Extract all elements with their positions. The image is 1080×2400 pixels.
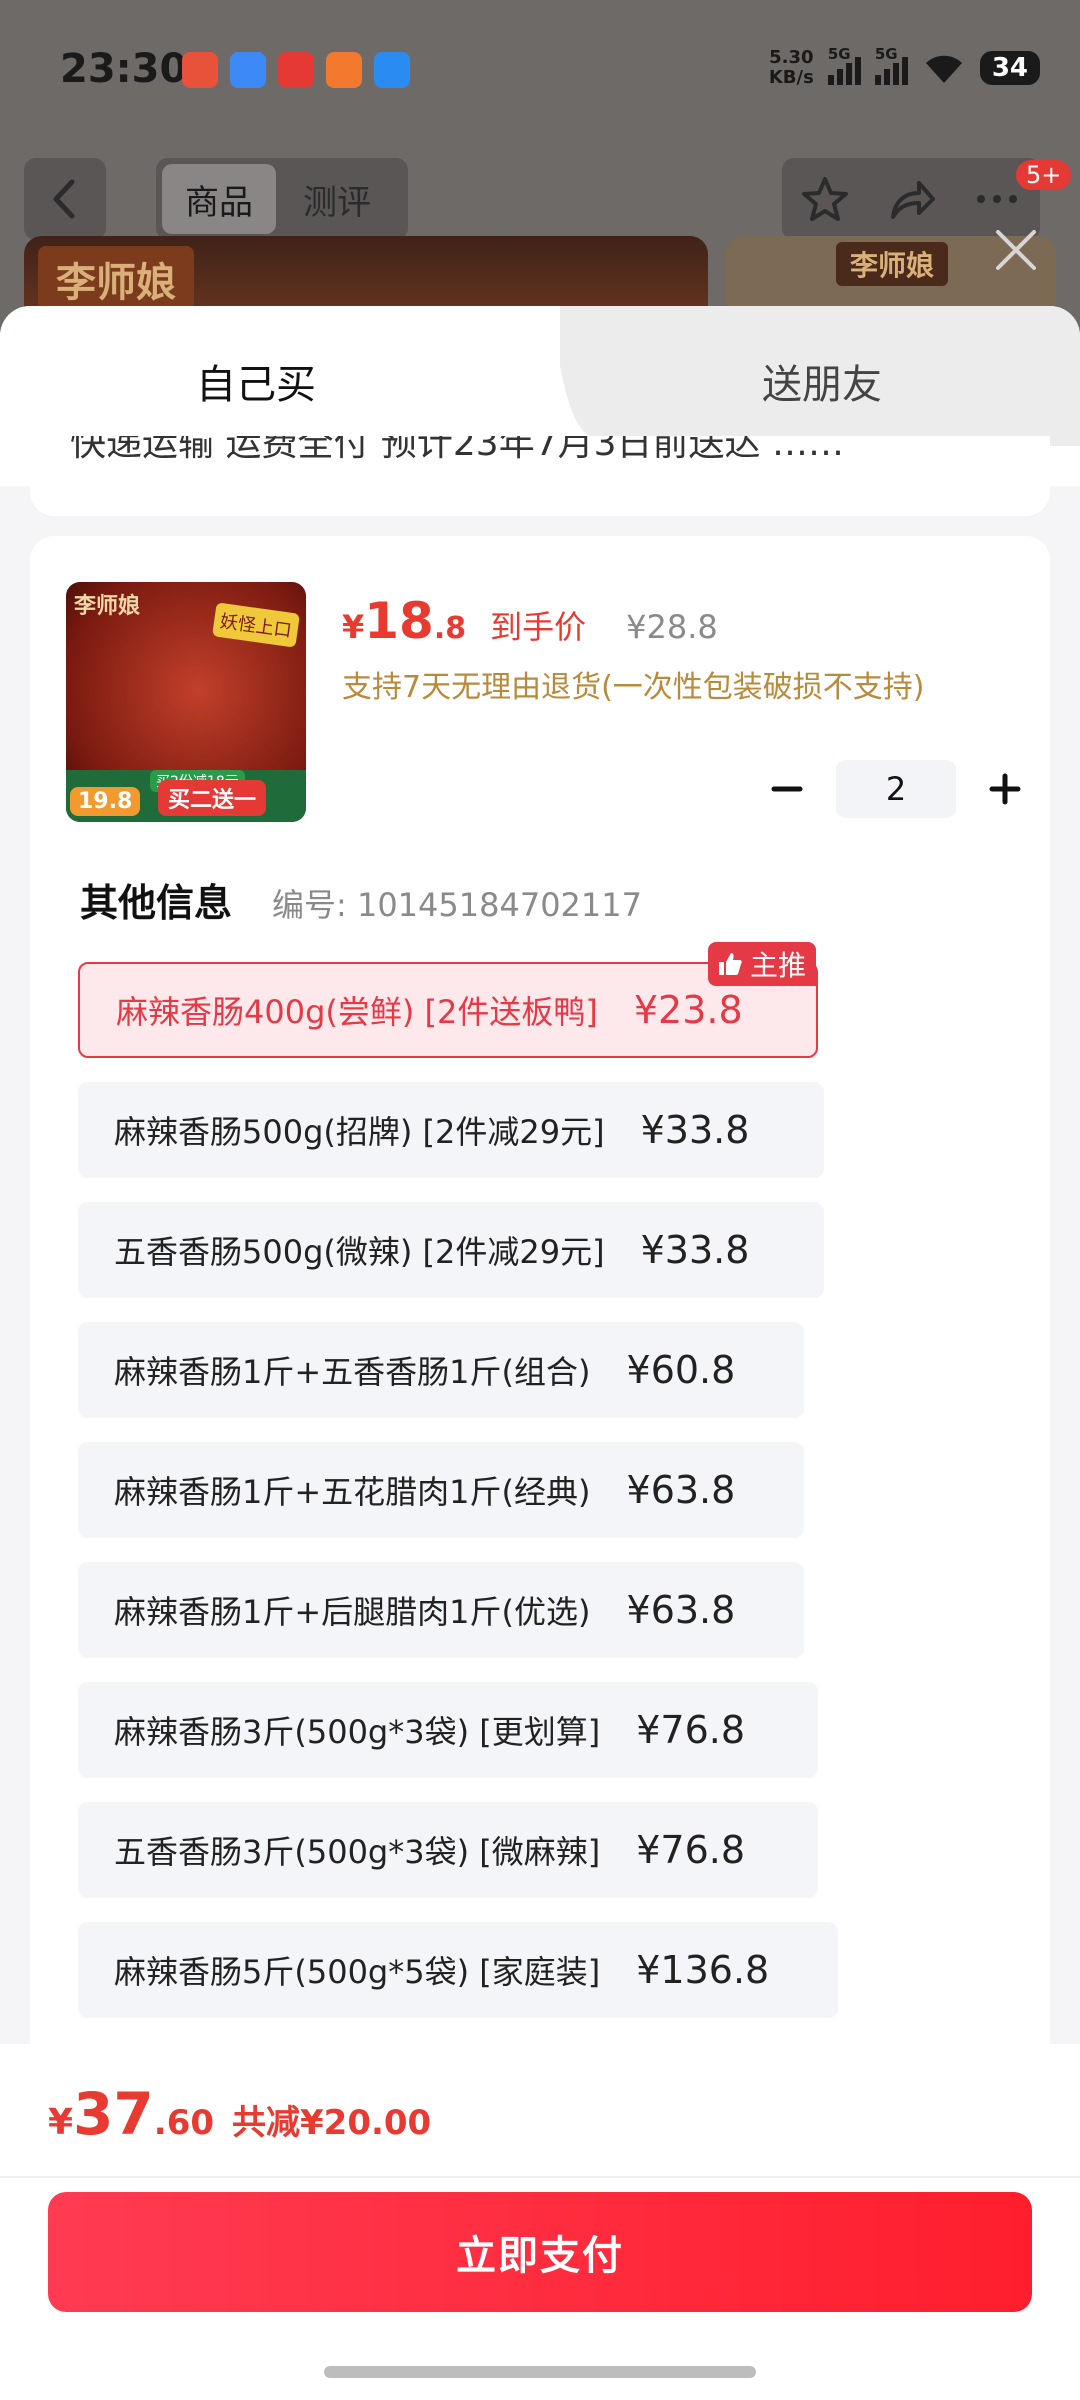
page-tabs: 商品 测评	[156, 158, 408, 240]
share-icon[interactable]	[883, 171, 939, 227]
quantity-value[interactable]: 2	[836, 760, 956, 818]
price-label: 到手价	[490, 608, 587, 646]
spec-option[interactable]: 麻辣香肠1斤+五香香肠1斤(组合) ¥60.8	[78, 1322, 804, 1418]
total-discount: 共减¥20.00	[232, 2103, 432, 2143]
battery-indicator: 34	[979, 51, 1040, 85]
spec-option[interactable]: 麻辣香肠1斤+后腿腊肉1斤(优选) ¥63.8	[78, 1562, 804, 1658]
checkout-bar: ¥ 37 .60 共减¥20.00 立即支付	[0, 2044, 1080, 2400]
total-symbol: ¥	[48, 2102, 74, 2143]
thumbs-up-icon	[718, 953, 742, 975]
quantity-stepper: 2	[764, 760, 1028, 818]
home-indicator[interactable]	[324, 2366, 756, 2378]
delivery-info-text: 快递运输 运费全付 预计23年7月3日前送达 ……	[70, 436, 844, 464]
notification-badge: 5+	[1016, 160, 1072, 190]
thumb-promo: 买二送一	[158, 780, 267, 816]
tab-send-to-friend[interactable]: 送朋友	[762, 352, 882, 410]
browser-app-icon	[230, 52, 266, 88]
spec-option[interactable]: 麻辣香肠400g(尝鲜) [2件送板鸭] ¥23.8 主推	[78, 942, 818, 1058]
product-thumbnail: 李师娘 妖怪上口 买2份减18元 19.8 买二送一	[66, 582, 306, 822]
thumb-tag: 妖怪上口	[212, 602, 300, 648]
shopping-app-icon	[326, 52, 362, 88]
total-decimal: .60	[153, 2103, 215, 2143]
purchase-tabs: 自己买 送朋友	[0, 306, 1080, 446]
system-indicators: 5.30 KB/s 5G 5G 34	[768, 45, 1040, 88]
minus-icon	[771, 786, 803, 792]
total-integer: 37	[73, 2080, 154, 2148]
price-symbol: ¥	[342, 608, 365, 646]
wifi-icon	[925, 55, 962, 83]
other-info-title: 其他信息	[80, 881, 233, 925]
brand-logo-small: 李师娘	[836, 242, 949, 286]
price-integer: 18	[364, 592, 434, 650]
net-speed: 5.30 KB/s	[768, 47, 814, 88]
spec-option[interactable]: 麻辣香肠5斤(500g*5袋) [家庭装] ¥136.8	[78, 1922, 838, 2018]
original-price: ¥28.8	[626, 608, 718, 646]
music-app-icon	[278, 52, 314, 88]
signal-1-icon: 5G	[827, 45, 861, 85]
spec-option[interactable]: 五香香肠3斤(500g*3袋) [微麻辣] ¥76.8	[78, 1802, 818, 1898]
spec-option[interactable]: 麻辣香肠1斤+五花腊肉1斤(经典) ¥63.8	[78, 1442, 804, 1538]
spec-option[interactable]: 五香香肠500g(微辣) [2件减29元] ¥33.8	[78, 1202, 824, 1298]
pay-now-button[interactable]: 立即支付	[48, 2192, 1032, 2312]
chevron-left-icon	[53, 179, 75, 219]
recommended-badge: 主推	[707, 942, 816, 986]
return-policy: 支持7天无理由退货(一次性包装破损不支持)	[342, 670, 925, 705]
price-line: ¥ 18 .8 到手价 ¥28.8	[342, 592, 718, 650]
status-bar: 23:30 5.30 KB/s 5G 5G 34	[0, 0, 1080, 150]
increase-button[interactable]	[982, 766, 1028, 812]
decrease-button[interactable]	[764, 766, 810, 812]
taobao-app-icon	[182, 52, 218, 88]
clock: 23:30	[60, 46, 188, 92]
brand-logo: 李师娘	[38, 246, 194, 312]
close-icon[interactable]	[988, 222, 1044, 278]
item-code: 编号: 10145184702117	[272, 886, 642, 924]
notification-icons	[182, 52, 410, 88]
thumb-price: 19.8	[70, 787, 141, 816]
delivery-info-card[interactable]: 快递运输 运费全付 预计23年7月3日前送达 ……	[30, 436, 1050, 516]
tab-curve-shape	[500, 306, 620, 446]
plus-icon	[989, 773, 1021, 805]
star-icon[interactable]	[797, 171, 853, 227]
spec-option[interactable]: 麻辣香肠3斤(500g*3袋) [更划算] ¥76.8	[78, 1682, 818, 1778]
spec-option[interactable]: 麻辣香肠500g(招牌) [2件减29元] ¥33.8	[78, 1082, 824, 1178]
total-price: ¥ 37 .60 共减¥20.00	[48, 2080, 431, 2148]
tab-product[interactable]: 商品	[162, 164, 276, 234]
thumb-brand: 李师娘	[74, 593, 141, 619]
tab-buy-for-self[interactable]: 自己买	[196, 352, 316, 410]
price-decimal: .8	[433, 611, 467, 646]
signal-2-icon: 5G	[874, 45, 908, 85]
cloud-app-icon	[374, 52, 410, 88]
back-button[interactable]	[24, 158, 106, 240]
tab-review[interactable]: 测评	[282, 164, 392, 234]
